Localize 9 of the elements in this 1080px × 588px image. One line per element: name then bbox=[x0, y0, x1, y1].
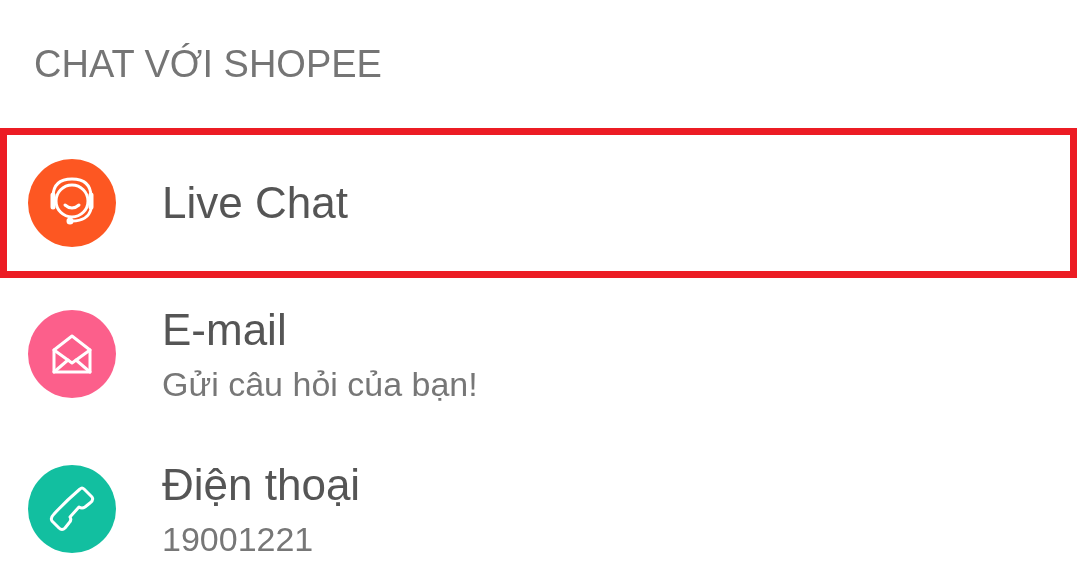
contact-option[interactable]: Live Chat bbox=[0, 128, 1077, 278]
option-subtitle: 19001221 bbox=[162, 519, 315, 559]
option-title: Điện thoại bbox=[162, 459, 361, 510]
option-title: E-mail bbox=[162, 304, 288, 355]
contact-option[interactable]: E-mail Gửi câu hỏi của bạn! bbox=[0, 278, 1080, 430]
option-subtitle: Gửi câu hỏi của bạn! bbox=[162, 364, 478, 404]
option-title: Live Chat bbox=[162, 178, 348, 228]
section-title: CHAT VỚI SHOPEE bbox=[34, 42, 382, 86]
contact-option[interactable]: Điện thoại 19001221 bbox=[0, 430, 1080, 588]
